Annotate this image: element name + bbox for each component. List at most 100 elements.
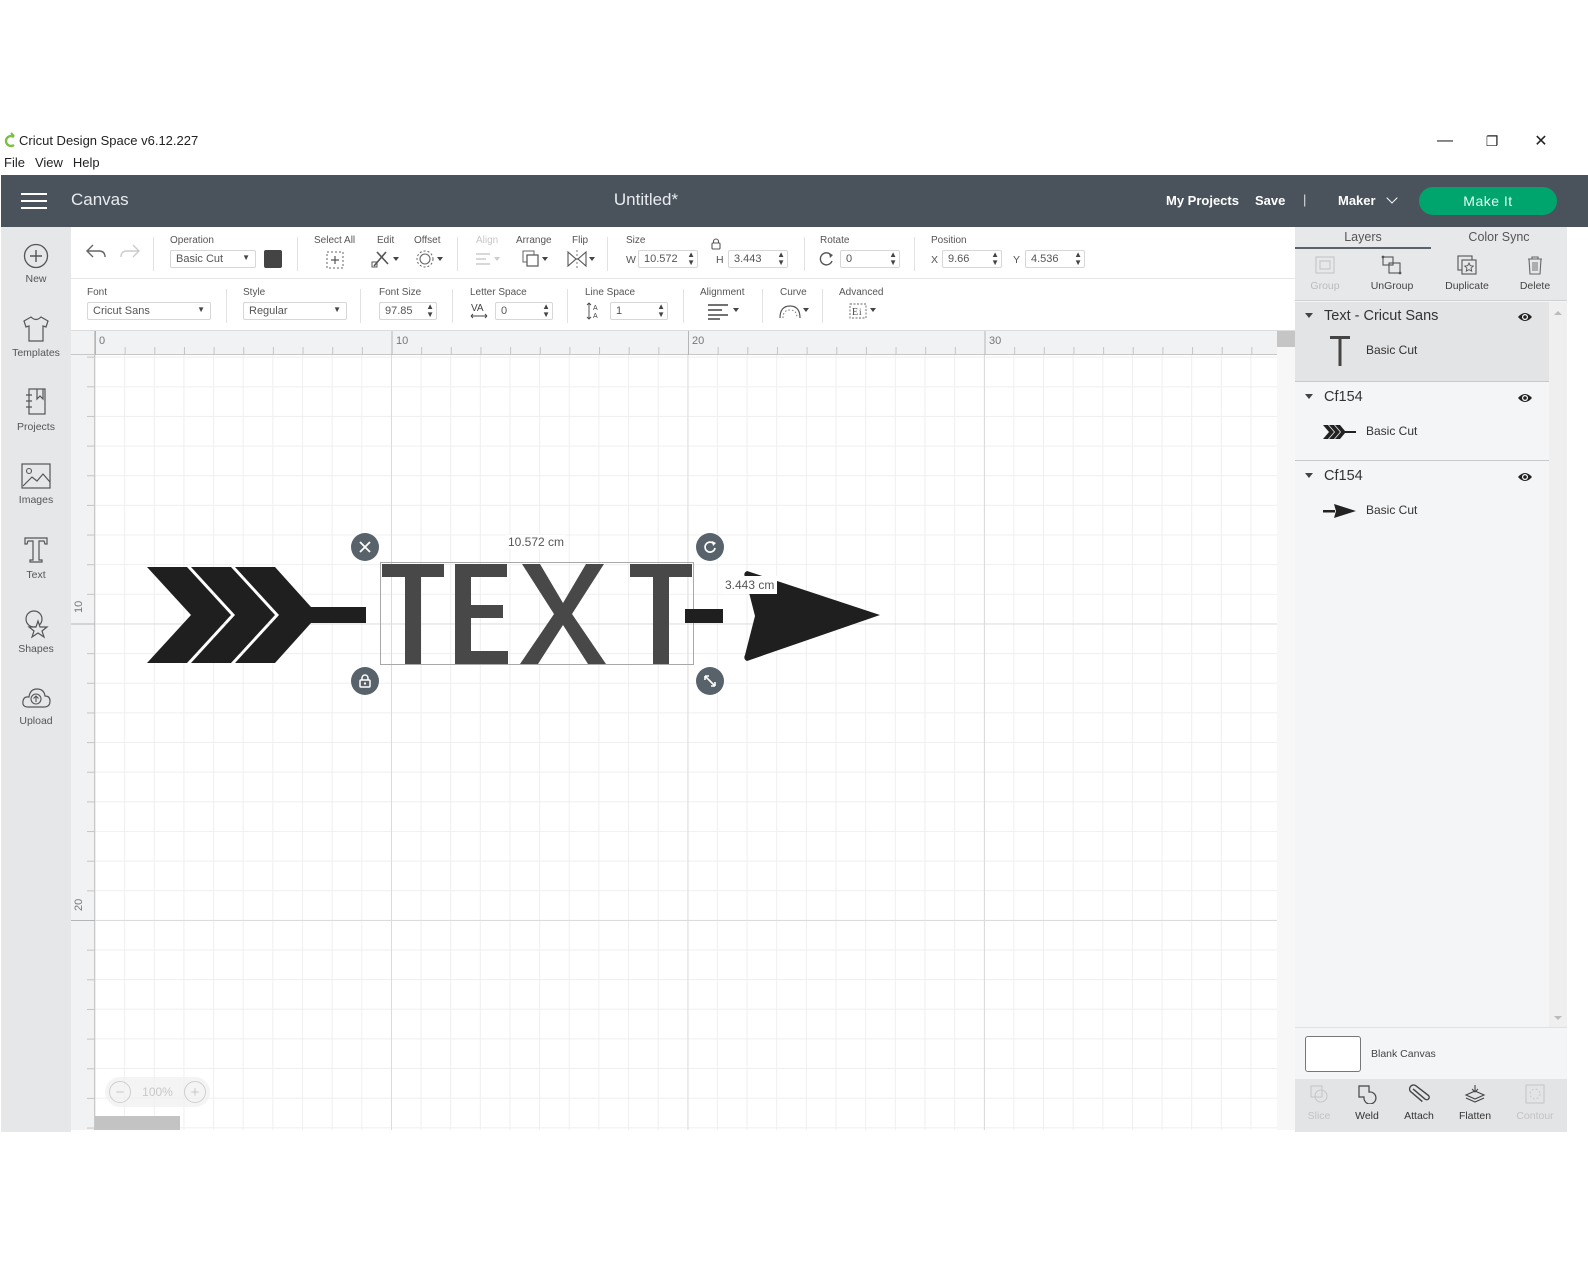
weld-button[interactable]: Weld xyxy=(1339,1084,1395,1122)
sidebar-item-upload[interactable]: Upload xyxy=(1,685,71,727)
dropdown-arrow-icon: ▼ xyxy=(242,253,250,262)
layer-item[interactable]: Basic Cut xyxy=(1295,330,1549,374)
lock-handle[interactable] xyxy=(351,667,379,695)
sidebar-item-images[interactable]: Images xyxy=(1,462,71,506)
expand-caret-icon[interactable] xyxy=(1305,473,1313,478)
sidebar-item-templates[interactable]: Templates xyxy=(1,315,71,359)
resize-handle[interactable] xyxy=(696,667,724,695)
flip-icon[interactable] xyxy=(566,249,598,269)
text-align-left-icon[interactable] xyxy=(706,302,742,320)
curve-icon[interactable] xyxy=(777,302,811,320)
minimize-button[interactable]: — xyxy=(1422,129,1468,153)
layers-scrollbar[interactable] xyxy=(1549,302,1567,1027)
selection-bounding-box[interactable] xyxy=(380,562,694,665)
font-size-input[interactable]: 97.85 ▲ ▼ xyxy=(379,302,437,320)
y-position-input[interactable]: 4.536 ▲ ▼ xyxy=(1025,250,1085,268)
canvas-vertical-scroll-thumb[interactable] xyxy=(1277,331,1295,347)
visibility-eye-icon[interactable] xyxy=(1517,311,1533,323)
stepper-icon[interactable]: ▲ ▼ xyxy=(889,251,897,267)
stepper-icon[interactable]: ▲ ▼ xyxy=(426,303,434,319)
layer-group-arrow-head[interactable]: Cf154 Basic Cut xyxy=(1295,462,1549,540)
stepper-icon[interactable]: ▲ ▼ xyxy=(687,251,695,267)
visibility-eye-icon[interactable] xyxy=(1517,471,1533,483)
undo-icon[interactable] xyxy=(85,243,107,259)
operation-color-swatch[interactable] xyxy=(264,250,282,268)
lock-proportions-icon[interactable] xyxy=(709,237,723,251)
restore-button[interactable]: ❐ xyxy=(1469,129,1515,153)
sidebar-item-projects[interactable]: Projects xyxy=(1,387,71,433)
scroll-down-icon[interactable] xyxy=(1549,1013,1567,1023)
select-all-icon[interactable] xyxy=(325,250,345,270)
zoom-out-button[interactable]: − xyxy=(109,1081,131,1103)
layer-group-text[interactable]: Text - Cricut Sans Basic Cut xyxy=(1295,302,1549,382)
save-link[interactable]: Save xyxy=(1255,193,1285,208)
layer-item[interactable]: Basic Cut xyxy=(1295,490,1549,534)
stepper-icon[interactable]: ▲ ▼ xyxy=(991,251,999,267)
operation-select[interactable]: Basic Cut ▼ xyxy=(170,250,256,268)
tab-layers[interactable]: Layers xyxy=(1295,230,1431,244)
zoom-in-button[interactable]: + xyxy=(183,1081,206,1103)
ungroup-button[interactable]: UnGroup xyxy=(1358,254,1426,292)
canvas-grid[interactable] xyxy=(95,355,1277,1130)
menu-help[interactable]: Help xyxy=(69,155,106,173)
layer-header[interactable]: Cf154 xyxy=(1295,462,1549,490)
flip-label: Flip xyxy=(572,235,589,246)
contour-button[interactable]: Contour xyxy=(1507,1084,1563,1122)
arrow-head-shape[interactable] xyxy=(685,569,881,663)
menu-view[interactable]: View xyxy=(31,155,69,173)
style-select[interactable]: Regular ▼ xyxy=(243,302,347,320)
delete-button[interactable]: Delete xyxy=(1501,254,1569,292)
divider xyxy=(457,237,458,271)
x-position-input[interactable]: 9.66 ▲ ▼ xyxy=(942,250,1002,268)
delete-handle[interactable] xyxy=(351,533,379,561)
scroll-up-icon[interactable] xyxy=(1549,308,1567,318)
tab-color-sync[interactable]: Color Sync xyxy=(1431,230,1567,244)
letter-space-input[interactable]: 0 ▲ ▼ xyxy=(495,302,553,320)
expand-caret-icon[interactable] xyxy=(1305,394,1313,399)
font-size-label: Font Size xyxy=(379,287,422,298)
layer-header[interactable]: Text - Cricut Sans xyxy=(1295,302,1549,330)
close-button[interactable]: ✕ xyxy=(1518,129,1564,153)
rotate-handle[interactable] xyxy=(696,533,724,561)
expand-caret-icon[interactable] xyxy=(1305,313,1313,318)
y-value: 4.536 xyxy=(1031,253,1059,265)
rotate-input[interactable]: 0 ▲ ▼ xyxy=(840,250,900,268)
sidebar-item-new[interactable]: New xyxy=(1,243,71,285)
stepper-icon[interactable]: ▲ ▼ xyxy=(657,303,665,319)
layer-header[interactable]: Cf154 xyxy=(1295,383,1549,411)
design-canvas[interactable]: 0 10 20 30 10 20 10.572 cm 3.443 cm xyxy=(71,331,1277,1130)
stepper-icon[interactable]: ▲ ▼ xyxy=(777,251,785,267)
layer-group-arrow-tail[interactable]: Cf154 Basic Cut xyxy=(1295,383,1549,461)
blank-canvas-swatch[interactable] xyxy=(1305,1036,1361,1072)
attach-button[interactable]: Attach xyxy=(1391,1084,1447,1122)
my-projects-link[interactable]: My Projects xyxy=(1166,193,1239,208)
offset-icon[interactable] xyxy=(416,249,446,269)
width-input[interactable]: 10.572 ▲ ▼ xyxy=(638,250,698,268)
arrow-tail-shape[interactable] xyxy=(145,563,370,663)
font-select[interactable]: Cricut Sans ▼ xyxy=(87,302,211,320)
canvas-horizontal-scroll-thumb[interactable] xyxy=(95,1116,180,1130)
blank-canvas-row[interactable]: Blank Canvas xyxy=(1295,1027,1567,1079)
sidebar-item-shapes[interactable]: Shapes xyxy=(1,609,71,655)
flatten-button[interactable]: Flatten xyxy=(1447,1084,1503,1122)
machine-selector[interactable]: Maker xyxy=(1338,192,1398,208)
arrange-icon[interactable] xyxy=(521,249,551,269)
sidebar-item-text[interactable]: Text xyxy=(1,535,71,581)
redo-icon[interactable] xyxy=(119,243,141,259)
text-object[interactable] xyxy=(381,563,693,664)
slice-label: Slice xyxy=(1307,1110,1331,1122)
make-it-button[interactable]: Make It xyxy=(1419,187,1557,215)
stepper-icon[interactable]: ▲ ▼ xyxy=(1074,251,1082,267)
advanced-ungroup-icon[interactable]: Ei xyxy=(848,302,880,320)
duplicate-button[interactable]: Duplicate xyxy=(1433,254,1501,292)
group-button[interactable]: Group xyxy=(1291,254,1359,292)
menu-file[interactable]: File xyxy=(0,155,31,173)
stepper-icon[interactable]: ▲ ▼ xyxy=(542,303,550,319)
visibility-eye-icon[interactable] xyxy=(1517,392,1533,404)
divider xyxy=(567,289,568,323)
canvas-vertical-scrollbar[interactable] xyxy=(1277,331,1295,1130)
line-space-input[interactable]: 1 ▲ ▼ xyxy=(610,302,668,320)
height-input[interactable]: 3.443 ▲ ▼ xyxy=(728,250,788,268)
layer-item[interactable]: Basic Cut xyxy=(1295,411,1549,455)
edit-scissors-icon[interactable] xyxy=(371,249,401,269)
